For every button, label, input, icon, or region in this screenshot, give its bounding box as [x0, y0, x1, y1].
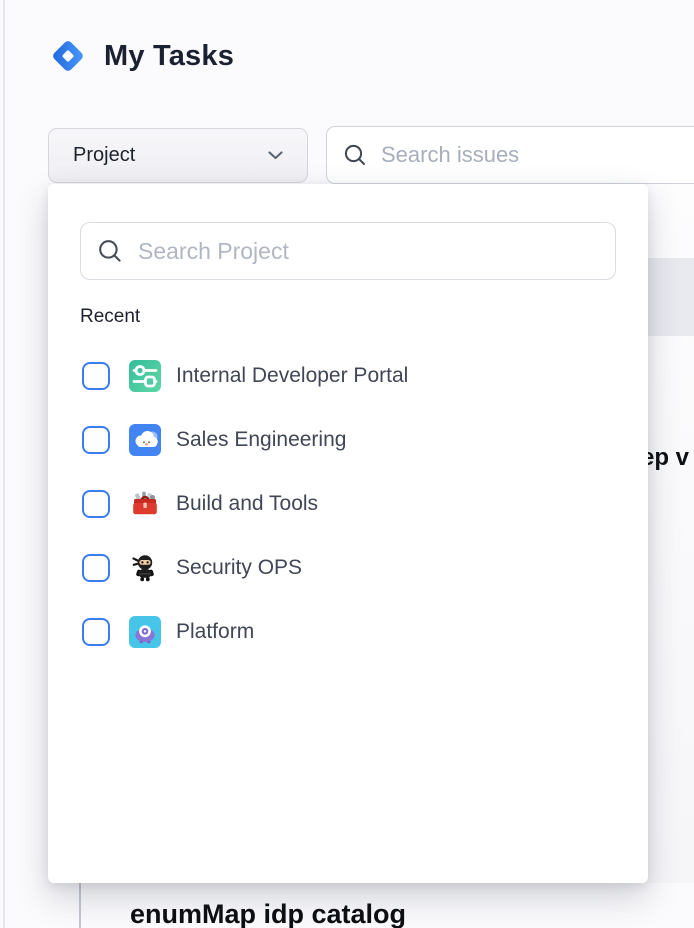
sliders-teal-icon [129, 360, 161, 392]
project-name: Security OPS [176, 556, 302, 580]
background-partial-task-text: ep v [641, 444, 689, 472]
project-checkbox[interactable] [82, 618, 110, 646]
project-list: Internal Developer Portal [48, 344, 648, 664]
my-tasks-page: ep v enumMap idp catalog My Tasks Projec… [0, 0, 694, 928]
project-row-security-ops[interactable]: Security OPS [48, 536, 648, 600]
alien-cyan-icon [129, 616, 161, 648]
search-issues-input[interactable] [381, 142, 691, 168]
search-project-field[interactable] [80, 222, 616, 280]
search-icon [97, 238, 124, 265]
project-name: Sales Engineering [176, 428, 346, 452]
project-name: Build and Tools [176, 492, 318, 516]
project-filter-label: Project [73, 144, 135, 167]
search-project-input[interactable] [138, 238, 599, 265]
background-task-title: enumMap idp catalog [130, 899, 406, 928]
project-filter-button[interactable]: Project [48, 128, 308, 183]
project-row-build-and-tools[interactable]: Build and Tools [48, 472, 648, 536]
project-name: Platform [176, 620, 254, 644]
project-filter-dropdown: Recent Internal Develop [48, 184, 648, 883]
project-checkbox[interactable] [82, 362, 110, 390]
project-checkbox[interactable] [82, 426, 110, 454]
page-header: My Tasks [48, 35, 234, 77]
project-checkbox[interactable] [82, 490, 110, 518]
page-title: My Tasks [104, 40, 234, 73]
project-row-sales-engineering[interactable]: Sales Engineering [48, 408, 648, 472]
ninja-icon [129, 552, 161, 584]
project-name: Internal Developer Portal [176, 364, 408, 388]
project-checkbox[interactable] [82, 554, 110, 582]
background-section-header-bar [648, 258, 694, 336]
search-issues-field[interactable] [326, 126, 694, 184]
project-row-internal-developer-portal[interactable]: Internal Developer Portal [48, 344, 648, 408]
page-left-border [3, 0, 5, 928]
chevron-down-icon [268, 151, 283, 160]
cloud-blue-icon [129, 424, 161, 456]
recent-section-label: Recent [80, 306, 140, 328]
search-icon [343, 143, 368, 168]
project-row-platform[interactable]: Platform [48, 600, 648, 664]
toolbox-red-icon [129, 488, 161, 520]
jira-logo-icon [48, 36, 88, 76]
